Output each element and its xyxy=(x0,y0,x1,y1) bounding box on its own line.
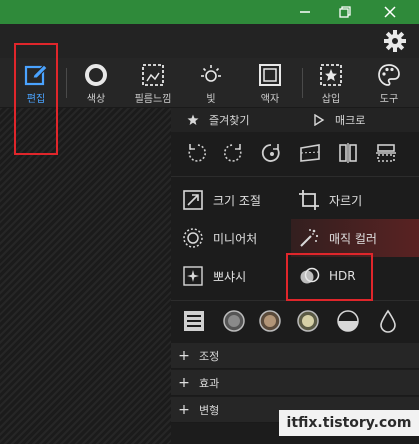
miniature-button[interactable]: 미니어처 xyxy=(181,219,291,257)
restore-button[interactable] xyxy=(325,0,365,24)
play-icon xyxy=(314,114,325,126)
magic-color-button[interactable]: 매직 컬러 xyxy=(291,219,419,257)
magic-wand-icon xyxy=(297,226,321,250)
sparkle-icon xyxy=(181,264,205,288)
miniature-icon xyxy=(181,226,205,250)
main-toolbar: 편집 색상 필름느낌 빛 액자 삽입 도구 xyxy=(0,58,419,108)
hdr-button[interactable]: HDR xyxy=(297,257,387,295)
divider xyxy=(171,176,419,177)
tool-frame[interactable]: 액자 xyxy=(250,58,290,108)
tool-label: 도구 xyxy=(379,94,399,105)
straighten-icon xyxy=(300,144,320,162)
edit-panel: 즐겨찾기 매크로 크기 조절 자르기 미니어처 매직 컬러 뽀샤시 HDR + … xyxy=(171,108,419,444)
section-adjust[interactable]: + 조정 xyxy=(171,343,419,369)
contrast-button[interactable] xyxy=(335,308,361,334)
canvas-area xyxy=(0,108,171,444)
watermark: itfix.tistory.com xyxy=(279,410,419,436)
drop-button[interactable] xyxy=(375,308,401,334)
rotate-tools-row xyxy=(171,138,419,168)
color-ring-icon xyxy=(84,62,108,88)
close-icon xyxy=(384,6,396,18)
tool-tools[interactable]: 도구 xyxy=(370,58,408,108)
frame-icon xyxy=(258,62,282,88)
tone-brown-icon xyxy=(259,310,281,332)
palette-icon xyxy=(377,62,401,88)
gear-icon xyxy=(384,30,406,52)
settings-row xyxy=(0,24,419,58)
tool-label: 액자 xyxy=(260,94,280,105)
tone-yellow-button[interactable] xyxy=(295,308,321,334)
plus-icon: + xyxy=(178,374,190,391)
edit-icon xyxy=(24,62,48,88)
tool-label: 필름느낌 xyxy=(134,94,172,105)
crop-icon xyxy=(297,188,321,212)
rotate-left-button[interactable] xyxy=(183,140,209,166)
flip-vertical-icon xyxy=(376,144,396,162)
minimize-icon xyxy=(300,11,310,13)
minimize-button[interactable] xyxy=(285,0,325,24)
sun-icon xyxy=(199,62,223,88)
tool-label: 삽입 xyxy=(321,94,341,105)
tone-presets-row xyxy=(171,306,419,336)
tool-label: 빛 xyxy=(206,94,216,105)
resize-icon xyxy=(181,188,205,212)
macro-label: 매크로 xyxy=(335,114,366,127)
tool-film[interactable]: 필름느낌 xyxy=(128,58,178,108)
section-label: 효과 xyxy=(199,376,220,390)
film-frame-icon xyxy=(141,62,165,88)
tool-insert[interactable]: 삽입 xyxy=(312,58,350,108)
divider xyxy=(171,300,419,301)
toolbar-divider xyxy=(66,68,67,98)
crop-button[interactable]: 자르기 xyxy=(297,181,415,219)
tool-edit[interactable]: 편집 xyxy=(16,58,56,108)
star-icon xyxy=(187,114,199,125)
section-label: 변형 xyxy=(199,403,220,417)
effect-label: HDR xyxy=(329,269,356,283)
effect-label: 매직 컬러 xyxy=(329,231,377,246)
tone-yellow-icon xyxy=(297,310,319,332)
section-label: 조정 xyxy=(199,349,220,363)
rotate-left-icon xyxy=(188,144,207,162)
tool-light[interactable]: 빛 xyxy=(194,58,228,108)
toolbar-divider xyxy=(302,68,303,98)
flip-vertical-button[interactable] xyxy=(373,140,399,166)
tone-brown-button[interactable] xyxy=(257,308,283,334)
tone-gray-button[interactable] xyxy=(221,308,247,334)
effect-label: 미니어처 xyxy=(213,231,258,246)
section-effects[interactable]: + 효과 xyxy=(171,370,419,396)
tool-label: 색상 xyxy=(86,94,106,105)
insert-icon xyxy=(319,62,343,88)
tool-label: 편집 xyxy=(26,94,46,105)
levels-button[interactable] xyxy=(181,308,207,334)
drop-icon xyxy=(380,309,396,333)
flip-horizontal-icon xyxy=(339,143,357,163)
close-button[interactable] xyxy=(370,0,410,24)
effect-label: 뽀샤시 xyxy=(213,269,247,284)
title-bar xyxy=(0,0,419,24)
hdr-icon xyxy=(297,264,321,288)
levels-icon xyxy=(184,311,204,331)
rotate-free-icon xyxy=(261,144,280,162)
favorites-bar: 즐겨찾기 매크로 xyxy=(171,108,419,132)
tone-gray-icon xyxy=(223,310,245,332)
plus-icon: + xyxy=(178,401,190,418)
resize-button[interactable]: 크기 조절 xyxy=(181,181,291,219)
rotate-right-icon xyxy=(223,144,242,162)
plus-icon: + xyxy=(178,347,190,364)
settings-button[interactable] xyxy=(383,29,407,53)
macro-button[interactable]: 매크로 xyxy=(313,112,365,128)
rotate-right-button[interactable] xyxy=(221,140,247,166)
favorites-button[interactable]: 즐겨찾기 xyxy=(187,112,249,128)
half-circle-icon xyxy=(337,310,359,332)
favorites-label: 즐겨찾기 xyxy=(209,114,250,127)
effect-label: 크기 조절 xyxy=(213,193,261,208)
straighten-button[interactable] xyxy=(297,140,323,166)
tool-color[interactable]: 색상 xyxy=(76,58,116,108)
flip-horizontal-button[interactable] xyxy=(335,140,361,166)
rotate-free-button[interactable] xyxy=(259,140,285,166)
restore-icon xyxy=(339,6,351,18)
soft-glow-button[interactable]: 뽀샤시 xyxy=(181,257,291,295)
effect-label: 자르기 xyxy=(329,193,363,208)
